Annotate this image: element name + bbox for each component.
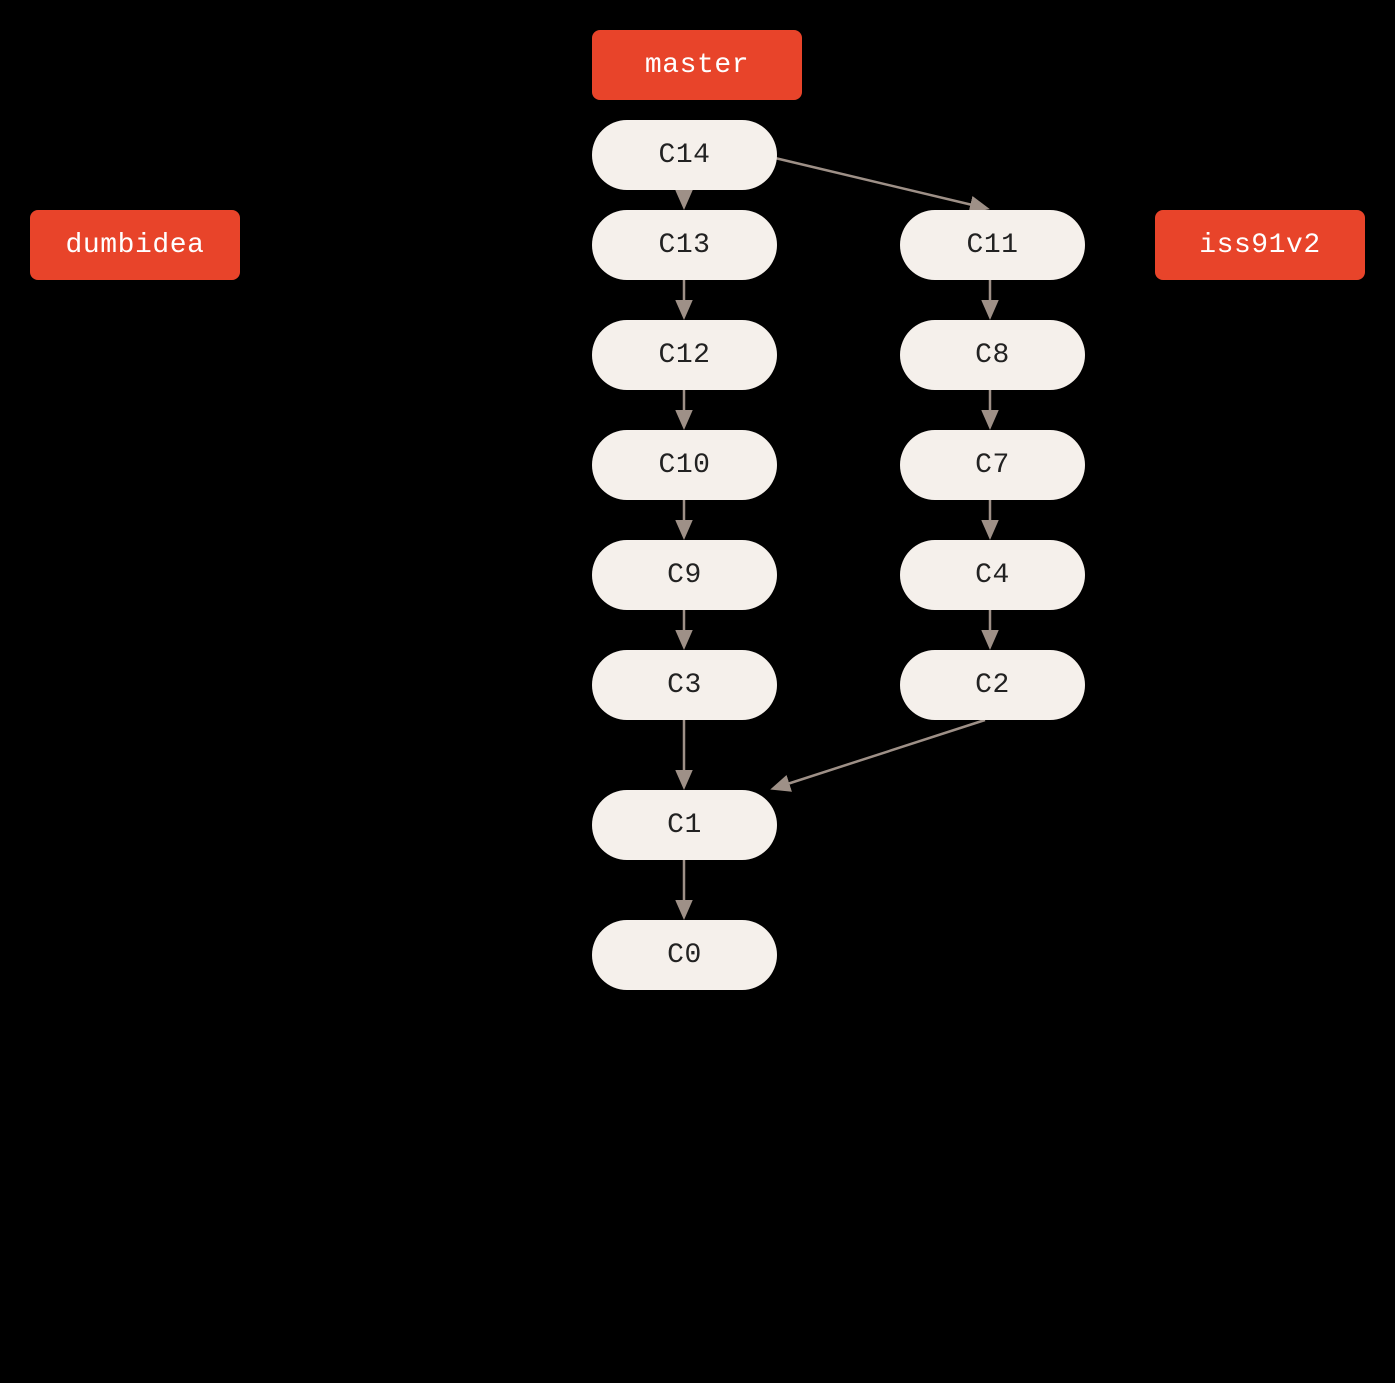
branch-dumbidea: dumbidea [30,210,240,280]
branch-iss91v2: iss91v2 [1155,210,1365,280]
commit-C8: C8 [900,320,1085,390]
commit-C0-label: C0 [667,940,702,971]
branch-master-label: master [645,50,749,81]
commit-C13-label: C13 [658,230,710,261]
commit-C9-label: C9 [667,560,702,591]
commit-C1-label: C1 [667,810,702,841]
branch-master: master [592,30,802,100]
commit-C11-label: C11 [966,230,1018,261]
commit-C14-label: C14 [658,140,710,171]
commit-C4-label: C4 [975,560,1010,591]
commit-C12: C12 [592,320,777,390]
commit-C1: C1 [592,790,777,860]
commit-C11: C11 [900,210,1085,280]
commit-C10: C10 [592,430,777,500]
commit-C9: C9 [592,540,777,610]
commit-C10-label: C10 [658,450,710,481]
commit-C8-label: C8 [975,340,1010,371]
diagram-container: master C14 dumbidea C13 C11 iss91v2 C12 … [0,0,1395,1383]
commit-C4: C4 [900,540,1085,610]
commit-C12-label: C12 [658,340,710,371]
commit-C3: C3 [592,650,777,720]
branch-dumbidea-label: dumbidea [66,230,205,261]
commit-C2: C2 [900,650,1085,720]
commit-C3-label: C3 [667,670,702,701]
branch-iss91v2-label: iss91v2 [1199,230,1321,261]
commit-C0: C0 [592,920,777,990]
commit-C2-label: C2 [975,670,1010,701]
commit-C14: C14 [592,120,777,190]
commit-C13: C13 [592,210,777,280]
commit-C7-label: C7 [975,450,1010,481]
commit-C7: C7 [900,430,1085,500]
